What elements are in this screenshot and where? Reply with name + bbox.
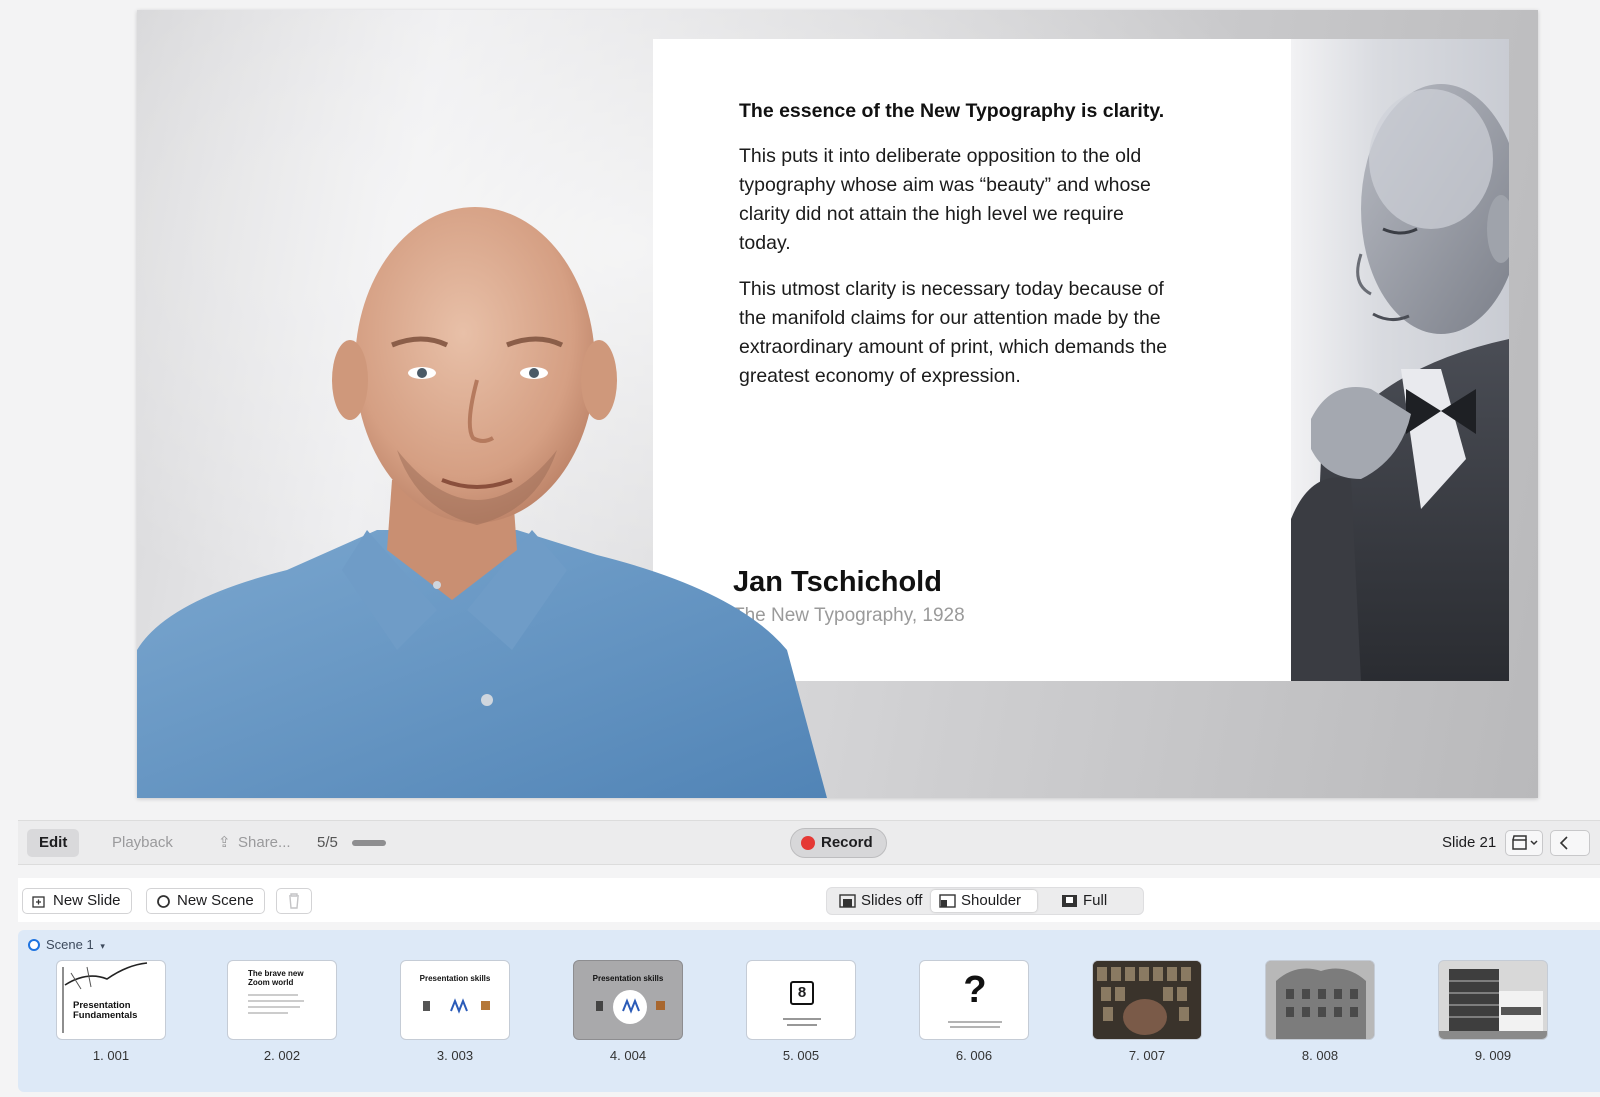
progress-bar	[352, 840, 386, 846]
control-bar: Edit Playback ⇪ Share... 5/5 Record Slide…	[18, 820, 1600, 865]
new-slide-button[interactable]: New Slide	[22, 888, 132, 914]
portrait-illustration	[1291, 84, 1509, 681]
slide-thumbnail-caption: 9. 009	[1474, 1048, 1512, 1063]
video-preview[interactable]: The essence of the New Typography is cla…	[137, 10, 1538, 798]
slide-number-label: Slide 21	[1442, 834, 1497, 851]
layout-shoulder[interactable]: Shoulder	[931, 890, 1037, 912]
scene-strip: Scene 1 ▾ Presentation Fundamentals 1. 0…	[18, 930, 1600, 1092]
slide-thumbnail-caption: 8. 008	[1301, 1048, 1339, 1063]
new-slide-label: New Slide	[53, 892, 121, 909]
scene-name: Scene 1	[46, 937, 94, 952]
camera-layout-selector: Slides off Shoulder Full	[826, 887, 1144, 915]
slide-thumbnail-caption: 5. 005	[782, 1048, 820, 1063]
layout-full[interactable]: Full	[1053, 890, 1133, 912]
slide-thumbnail[interactable]	[1265, 960, 1375, 1040]
record-label: Record	[821, 834, 873, 851]
shoulder-icon	[939, 894, 956, 908]
slide-thumbnail-caption: 6. 006	[955, 1048, 993, 1063]
slide-thumbnail[interactable]: ?	[919, 960, 1029, 1040]
thumbnail-art	[596, 990, 665, 1024]
stage-area: The essence of the New Typography is cla…	[0, 0, 1600, 820]
slides-toolbar: New Slide New Scene Slides off Shoulder	[18, 878, 1600, 922]
new-scene-label: New Scene	[177, 892, 254, 909]
scene-circle-icon	[28, 939, 40, 951]
thumbnail-photo	[1093, 961, 1201, 1039]
slide-thumbnail[interactable]: 8	[746, 960, 856, 1040]
slide-thumbnail[interactable]: Presentation skills	[400, 960, 510, 1040]
layout-slides-off[interactable]: Slides off	[831, 890, 931, 912]
thumbnail-art	[948, 1021, 1002, 1028]
chevron-left-icon	[1559, 836, 1568, 850]
scene-dropdown[interactable]: Scene 1 ▾	[28, 936, 105, 955]
delete-button[interactable]	[276, 888, 312, 914]
thumbnail-art	[423, 998, 490, 1014]
layout-shoulder-label: Shoulder	[961, 892, 1022, 909]
slide-thumbnail-caption: 4. 004	[609, 1048, 647, 1063]
thumbnail-art	[248, 994, 304, 1014]
layout-slides-off-label: Slides off	[861, 892, 923, 909]
slide-thumbnail[interactable]: The brave new Zoom world	[227, 960, 337, 1040]
record-button[interactable]: Record	[790, 828, 887, 858]
collapse-button[interactable]	[1550, 830, 1590, 856]
slide-thumbnail[interactable]	[1438, 960, 1548, 1040]
slide-thumbnail-caption: 1. 001	[92, 1048, 130, 1063]
share-icon: ⇪	[218, 834, 231, 851]
new-slide-icon	[32, 896, 45, 908]
slide-thumbnail-selected[interactable]: Presentation skills	[573, 960, 683, 1040]
slide-counter: 5/5	[317, 834, 338, 851]
chevron-down-icon: ▾	[100, 941, 105, 951]
record-dot-icon	[801, 836, 815, 850]
slide-thumbnail[interactable]: Presentation Fundamentals	[56, 960, 166, 1040]
new-scene-button[interactable]: New Scene	[146, 888, 265, 914]
slide-thumbnail-caption: 2. 002	[263, 1048, 301, 1063]
thumbnail-title: Presentation Fundamentals	[73, 1000, 138, 1021]
slide-thumbnail-caption: 3. 003	[436, 1048, 474, 1063]
share-label: Share...	[238, 834, 291, 851]
thumbnail-photo	[1266, 961, 1374, 1039]
playback-mode-button[interactable]: Playback	[100, 829, 185, 857]
edit-mode-button[interactable]: Edit	[27, 829, 80, 857]
thumbnail-photo	[1439, 961, 1547, 1039]
slides-off-icon	[839, 894, 856, 908]
slide-thumbnail[interactable]	[1092, 960, 1202, 1040]
layout-full-label: Full	[1083, 892, 1108, 909]
presenter-illustration	[137, 207, 827, 798]
thumbnail-art	[783, 1018, 821, 1026]
portrait-photo	[1291, 39, 1509, 681]
new-scene-icon	[157, 895, 170, 908]
scene-menu-dropdown[interactable]	[1505, 830, 1543, 856]
clapperboard-icon	[1512, 835, 1538, 850]
slide-thumbnail-caption: 7. 007	[1128, 1048, 1166, 1063]
trash-icon	[289, 893, 299, 909]
full-icon	[1062, 895, 1077, 907]
presenter-camera	[137, 10, 837, 798]
share-button[interactable]: ⇪ Share...	[206, 829, 303, 857]
